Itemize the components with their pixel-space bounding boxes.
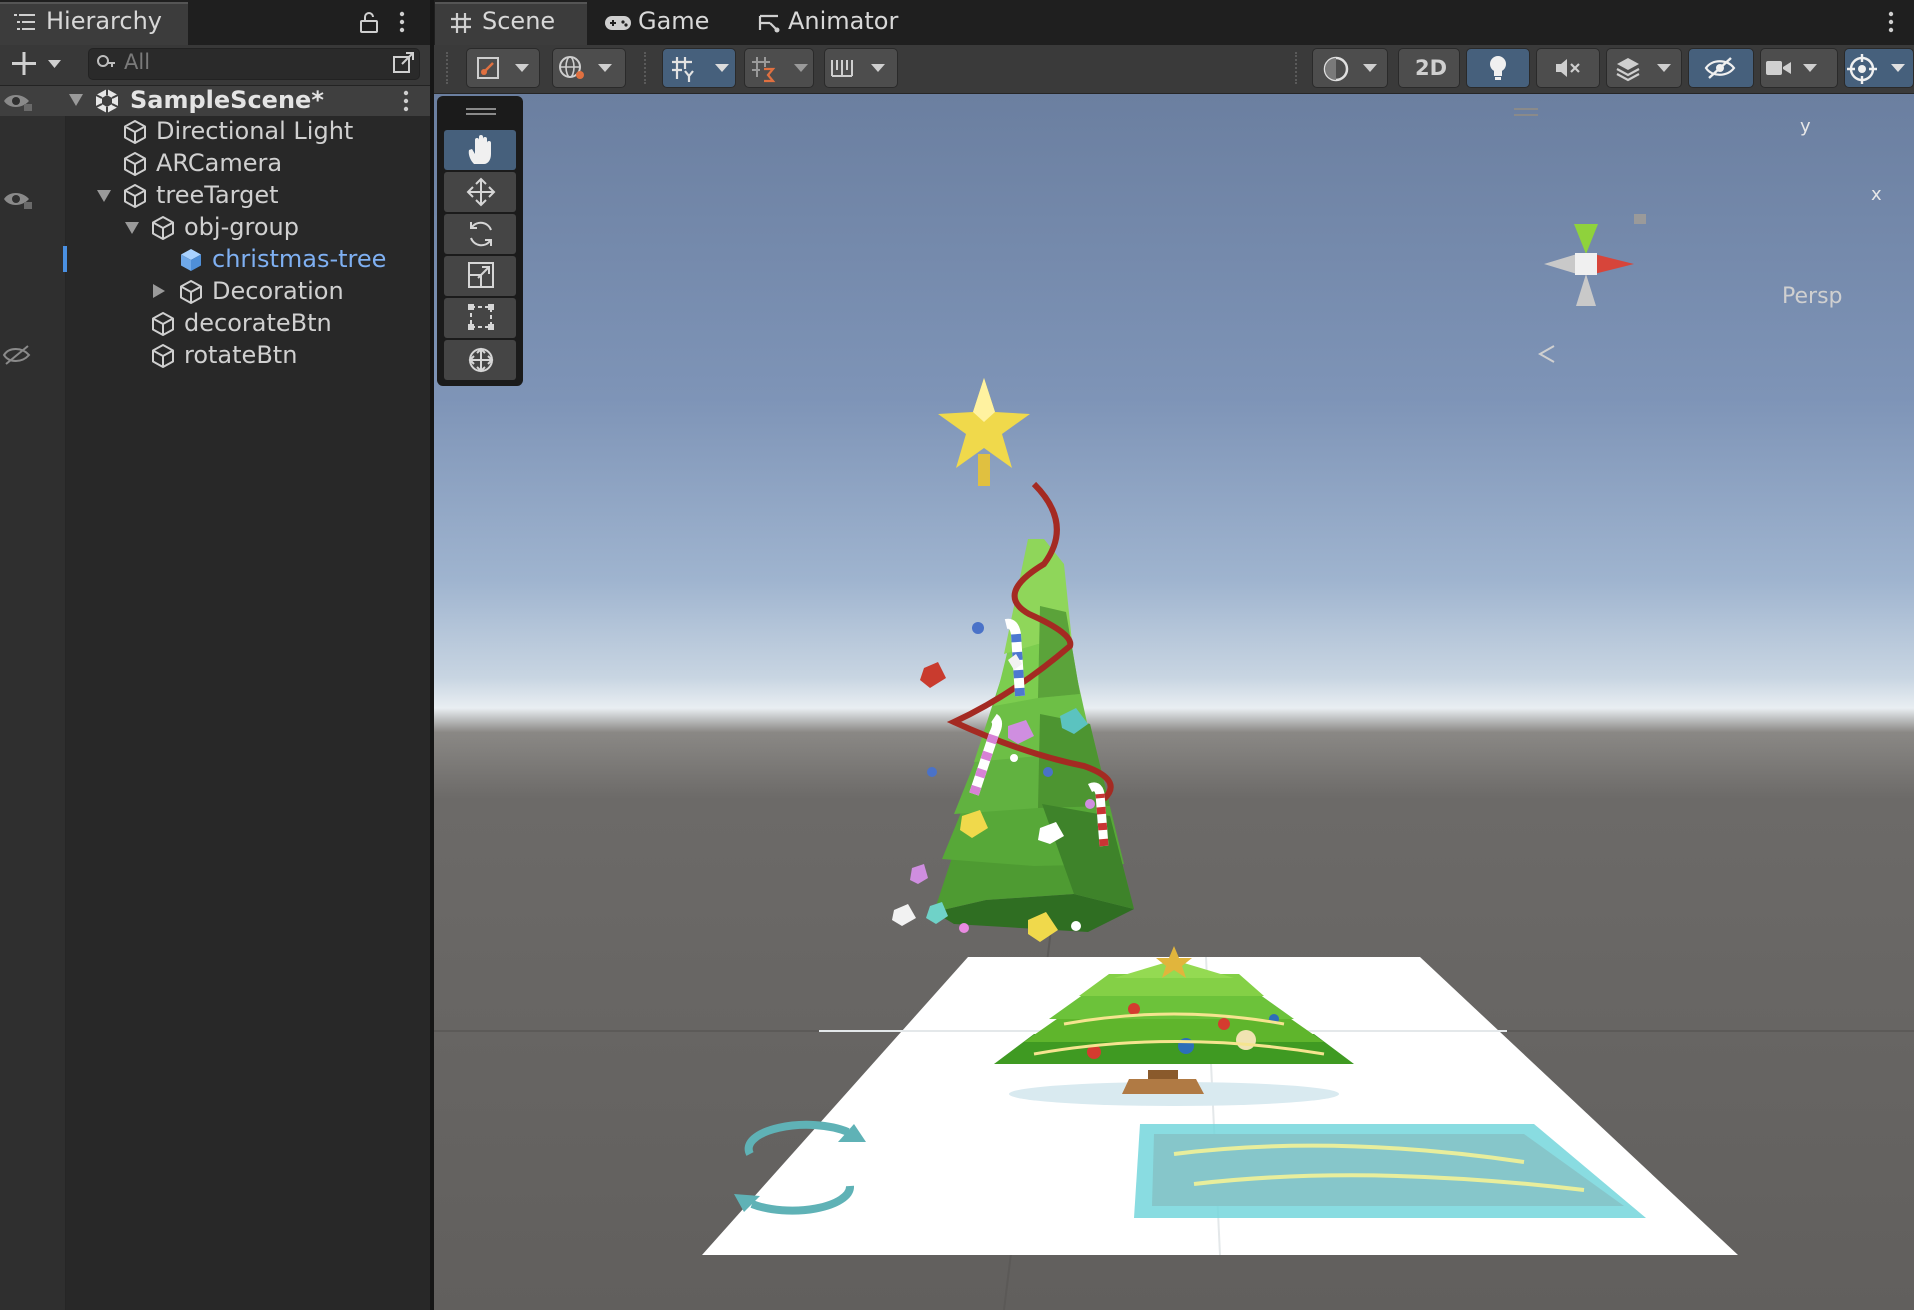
orientation-gizmo bbox=[1514, 108, 1646, 363]
expand-arrow-icon[interactable] bbox=[96, 189, 112, 203]
ruler-icon bbox=[830, 56, 858, 80]
transform-combined-icon bbox=[465, 344, 497, 376]
draw-mode-icon bbox=[476, 56, 500, 80]
gameobject-cube-icon bbox=[150, 343, 176, 369]
sphere-shading-icon bbox=[1322, 55, 1350, 83]
globe-icon bbox=[558, 55, 586, 81]
hierarchy-item-obj-group[interactable]: obj-group bbox=[184, 213, 299, 241]
dropdown-arrow-icon bbox=[714, 63, 730, 73]
selection-marker bbox=[63, 246, 67, 272]
toolbar-grip[interactable] bbox=[644, 52, 650, 84]
hierarchy-item-treetarget[interactable]: treeTarget bbox=[156, 181, 279, 209]
gizmo-axis-y-label[interactable]: y bbox=[1800, 116, 1811, 137]
christmas-tree-model bbox=[892, 378, 1134, 942]
mode-2d-label: 2D bbox=[1415, 56, 1448, 80]
tab-scene-label: Scene bbox=[482, 7, 556, 35]
dropdown-arrow-icon bbox=[1890, 63, 1906, 73]
eye-hidden-icon[interactable] bbox=[2, 344, 34, 366]
image-target-plane bbox=[702, 946, 1738, 1256]
expand-arrow-icon[interactable] bbox=[124, 221, 140, 235]
audio-muted-icon bbox=[1554, 56, 1582, 80]
gameobject-cube-icon bbox=[122, 151, 148, 177]
gameobject-cube-icon bbox=[178, 279, 204, 305]
tab-animator[interactable]: Animator bbox=[788, 7, 898, 35]
hierarchy-tab-label: Hierarchy bbox=[46, 7, 163, 35]
hand-icon bbox=[466, 134, 496, 166]
dropdown-arrow-icon bbox=[870, 63, 886, 73]
rotate-icon bbox=[465, 218, 497, 250]
scene-kebab-menu-icon[interactable] bbox=[1887, 10, 1895, 34]
scene-name: SampleScene* bbox=[130, 86, 324, 114]
lock-icon[interactable] bbox=[359, 11, 379, 33]
grid-hash-icon bbox=[450, 12, 472, 34]
effects-layers-icon bbox=[1614, 54, 1642, 82]
visibility-gutter bbox=[0, 86, 65, 1310]
snap-grid-icon bbox=[750, 55, 778, 83]
grid-y-icon bbox=[670, 55, 698, 83]
move-arrows-icon bbox=[465, 176, 497, 208]
gizmo-axis-x-label[interactable]: x bbox=[1871, 184, 1882, 205]
search-placeholder: All bbox=[124, 50, 151, 74]
dropdown-arrow-icon bbox=[1656, 63, 1672, 73]
toolbar-grip[interactable] bbox=[1295, 52, 1301, 84]
scene-viewport[interactable] bbox=[434, 94, 1914, 1310]
hierarchy-item-decoratebtn[interactable]: decorateBtn bbox=[184, 309, 332, 337]
palette-grip[interactable] bbox=[466, 108, 496, 110]
unity-scene-icon bbox=[94, 88, 120, 114]
gamepad-icon[interactable] bbox=[604, 14, 632, 32]
scale-icon bbox=[466, 260, 496, 290]
add-object-button[interactable] bbox=[12, 51, 64, 77]
dropdown-arrow-icon bbox=[793, 63, 809, 73]
hierarchy-item-arcamera[interactable]: ARCamera bbox=[156, 149, 282, 177]
dropdown-arrow-icon bbox=[1362, 63, 1378, 73]
list-icon bbox=[14, 12, 38, 32]
rect-transform-icon bbox=[466, 302, 496, 332]
toolbar-grip[interactable] bbox=[446, 52, 452, 84]
gameobject-cube-icon bbox=[150, 215, 176, 241]
hierarchy-item-rotatebtn[interactable]: rotateBtn bbox=[184, 341, 297, 369]
dropdown-arrow-icon bbox=[1802, 63, 1818, 73]
eye-hidden-icon bbox=[1703, 56, 1737, 80]
dropdown-arrow-icon bbox=[597, 63, 613, 73]
dropdown-arrow-icon bbox=[514, 63, 530, 73]
hierarchy-item-decoration[interactable]: Decoration bbox=[212, 277, 344, 305]
eye-icon[interactable] bbox=[2, 188, 34, 210]
projection-label[interactable]: Persp bbox=[1782, 284, 1843, 309]
scene-render bbox=[434, 108, 1914, 1310]
light-bulb-icon bbox=[1487, 54, 1509, 82]
scene-kebab-icon[interactable] bbox=[402, 89, 410, 113]
collapsed-arrow-icon[interactable] bbox=[152, 283, 166, 299]
gameobject-cube-icon bbox=[122, 183, 148, 209]
hierarchy-item-directional-light[interactable]: Directional Light bbox=[156, 117, 353, 145]
hierarchy-item-christmas-tree[interactable]: christmas-tree bbox=[212, 245, 386, 273]
eye-icon[interactable] bbox=[2, 90, 34, 112]
search-icon bbox=[96, 54, 116, 72]
gameobject-cube-icon bbox=[150, 311, 176, 337]
gizmo-sphere-icon bbox=[1846, 53, 1878, 85]
tab-game[interactable]: Game bbox=[638, 7, 709, 35]
expand-arrow-icon[interactable] bbox=[68, 93, 84, 107]
prefab-cube-icon bbox=[178, 247, 204, 273]
kebab-menu-icon[interactable] bbox=[398, 10, 406, 34]
scene-visibility-toggle-icon[interactable] bbox=[392, 50, 416, 74]
animator-icon[interactable] bbox=[758, 12, 780, 34]
gameobject-cube-icon bbox=[122, 119, 148, 145]
camera-icon bbox=[1764, 57, 1794, 79]
